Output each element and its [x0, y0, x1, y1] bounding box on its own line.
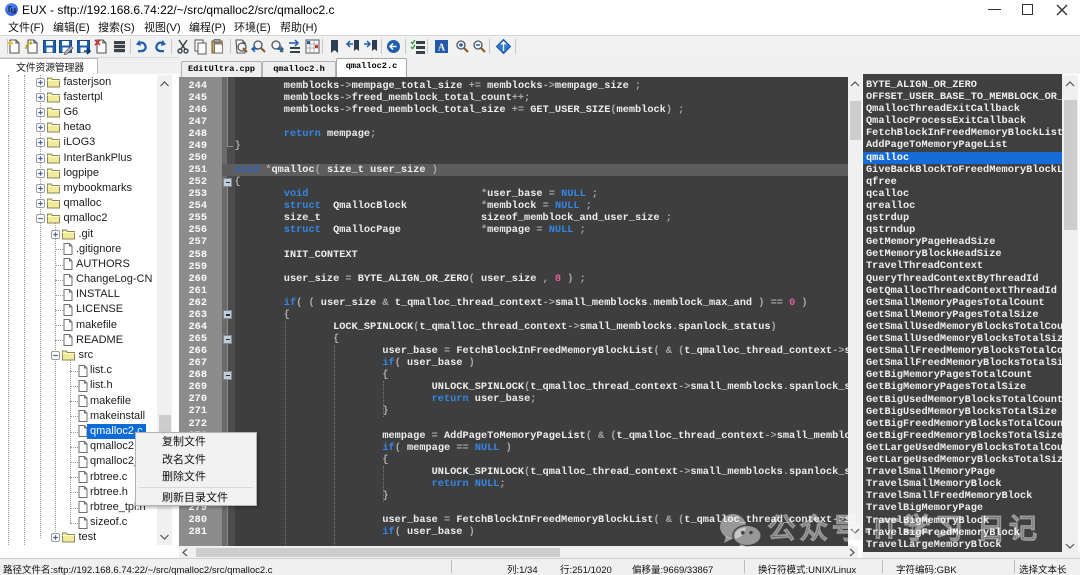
- svg-text:A: A: [438, 43, 446, 54]
